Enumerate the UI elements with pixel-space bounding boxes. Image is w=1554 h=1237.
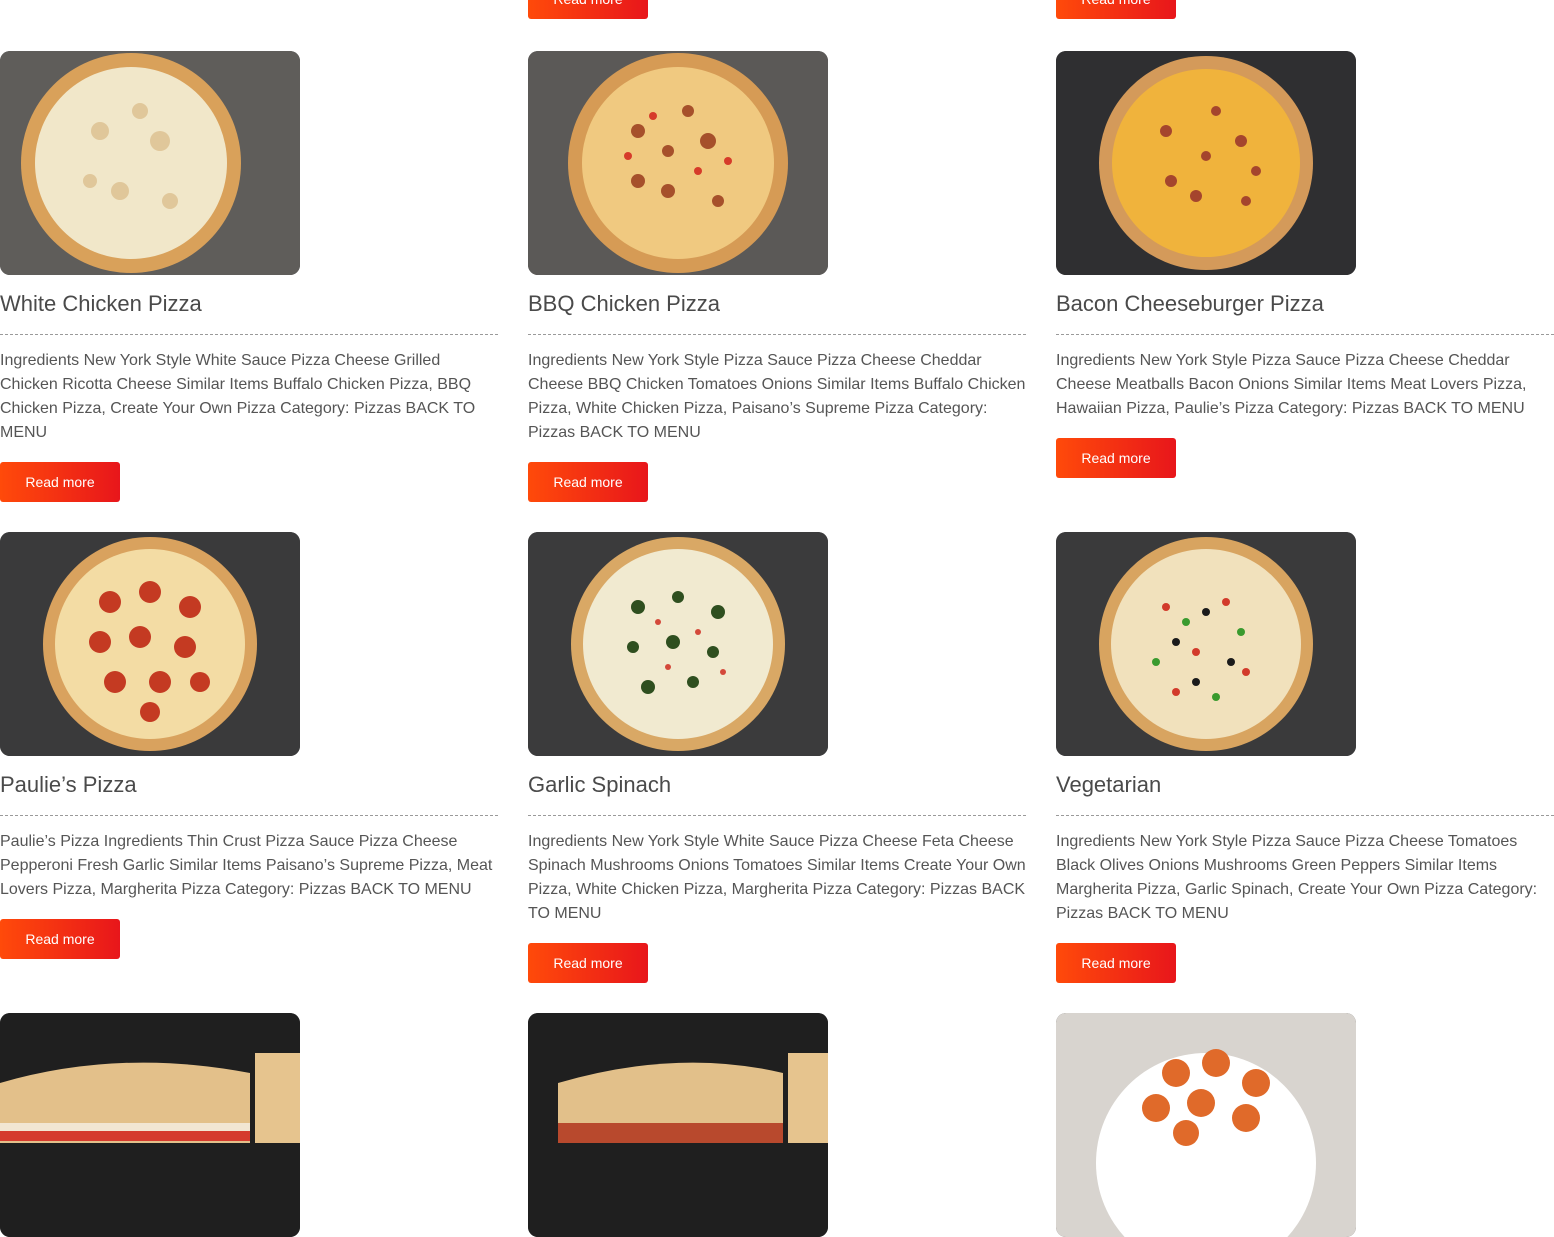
menu-card <box>1056 1013 1554 1237</box>
sandwich-image[interactable] <box>528 1013 828 1237</box>
item-description: Ingredients New York Style White Sauce P… <box>0 352 476 441</box>
item-description: Ingredients New York Style Pizza Sauce P… <box>1056 352 1527 417</box>
item-description: Ingredients New York Style Pizza Sauce P… <box>528 352 1026 441</box>
menu-card: White Chicken Pizza Ingredients New York… <box>0 51 498 502</box>
bacon-cheeseburger-pizza-icon <box>1056 51 1356 275</box>
item-title[interactable]: Paulie’s Pizza <box>0 756 498 799</box>
menu-card: Garlic Spinach Ingredients New York Styl… <box>528 532 1026 983</box>
read-more-button[interactable]: Read more <box>528 0 648 19</box>
chicken-sandwich-icon <box>0 1013 300 1237</box>
divider <box>1056 815 1554 816</box>
item-title[interactable]: Bacon Cheeseburger Pizza <box>1056 275 1554 318</box>
menu-card: Paulie’s Pizza Paulie’s Pizza Ingredient… <box>0 532 498 959</box>
pizza-image[interactable] <box>528 532 828 756</box>
menu-card: Vegetarian Ingredients New York Style Pi… <box>1056 532 1554 983</box>
garlic-spinach-pizza-icon <box>528 532 828 756</box>
item-title[interactable]: BBQ Chicken Pizza <box>528 275 1026 318</box>
sandwich-image[interactable] <box>0 1013 300 1237</box>
read-more-button[interactable]: Read more <box>1056 0 1176 19</box>
menu-card: Bacon Cheeseburger Pizza Ingredients New… <box>1056 51 1554 478</box>
meatball-sandwich-icon <box>528 1013 828 1237</box>
divider <box>1056 334 1554 335</box>
read-more-button[interactable]: Read more <box>1056 943 1176 983</box>
menu-card: BBQ Chicken Pizza Ingredients New York S… <box>528 51 1026 502</box>
pizza-image[interactable] <box>0 532 300 756</box>
menu-card <box>528 1013 1026 1237</box>
bbq-chicken-pizza-icon <box>528 51 828 275</box>
buffalo-wings-plate-icon <box>1056 1013 1356 1237</box>
read-more-button[interactable]: Read more <box>0 462 120 502</box>
read-more-button[interactable]: Read more <box>528 943 648 983</box>
wings-image[interactable] <box>1056 1013 1356 1237</box>
pizza-image[interactable] <box>528 51 828 275</box>
item-description: Paulie’s Pizza Ingredients Thin Crust Pi… <box>0 833 493 898</box>
item-description: Ingredients New York Style Pizza Sauce P… <box>1056 833 1538 922</box>
menu-card <box>0 1013 498 1237</box>
pizza-image[interactable] <box>1056 532 1356 756</box>
read-more-button[interactable]: Read more <box>0 919 120 959</box>
read-more-button[interactable]: Read more <box>528 462 648 502</box>
pepperoni-pizza-icon <box>0 532 300 756</box>
item-description: Ingredients New York Style White Sauce P… <box>528 833 1026 922</box>
vegetarian-pizza-icon <box>1056 532 1356 756</box>
read-more-button[interactable]: Read more <box>1056 438 1176 478</box>
divider <box>528 334 1026 335</box>
divider <box>0 334 498 335</box>
pizza-image[interactable] <box>0 51 300 275</box>
item-title[interactable]: White Chicken Pizza <box>0 275 498 318</box>
white-chicken-pizza-icon <box>0 51 300 275</box>
divider <box>528 815 1026 816</box>
item-title[interactable]: Vegetarian <box>1056 756 1554 799</box>
divider <box>0 815 498 816</box>
pizza-image[interactable] <box>1056 51 1356 275</box>
item-title[interactable]: Garlic Spinach <box>528 756 1026 799</box>
